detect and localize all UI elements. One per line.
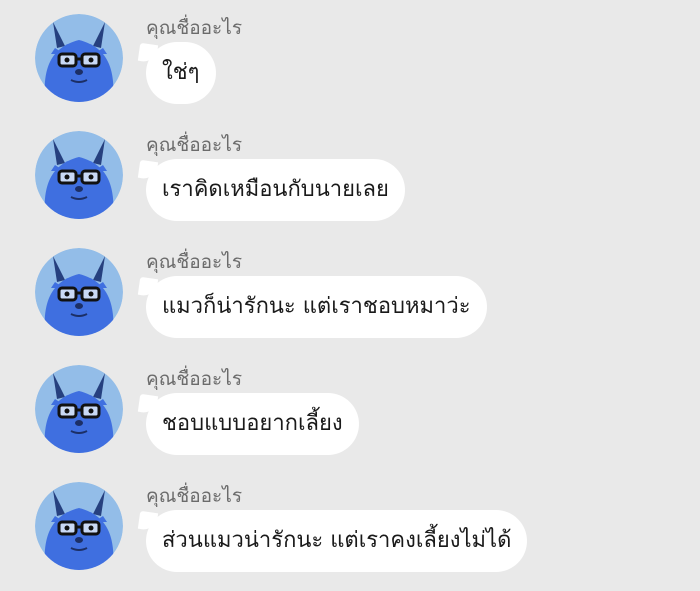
sender-name: คุณชื่ออะไร <box>146 368 243 390</box>
message-bubble[interactable]: ใช่ๆ <box>146 42 216 104</box>
chat-message: คุณชื่ออะไร แมวก็น่ารักนะ แต่เราชอบหมาว่… <box>0 234 700 344</box>
blue-monster-with-glasses-icon <box>35 131 123 219</box>
chat-thread: คุณชื่ออะไร ใช่ๆ คุณชื่ออะไร เราคิดเหมือ… <box>0 0 700 591</box>
sender-name: คุณชื่ออะไร <box>146 17 243 39</box>
message-bubble[interactable]: เราคิดเหมือนกับนายเลย <box>146 159 405 221</box>
chat-message: คุณชื่ออะไร ใช่ๆ <box>0 0 700 110</box>
sender-avatar[interactable] <box>35 131 123 219</box>
sender-avatar[interactable] <box>35 248 123 336</box>
sender-name: คุณชื่ออะไร <box>146 251 243 273</box>
sender-avatar[interactable] <box>35 14 123 102</box>
message-bubble[interactable]: ชอบแบบอยากเลี้ยง <box>146 393 359 455</box>
sender-avatar[interactable] <box>35 482 123 570</box>
blue-monster-with-glasses-icon <box>35 482 123 570</box>
blue-monster-with-glasses-icon <box>35 365 123 453</box>
blue-monster-with-glasses-icon <box>35 248 123 336</box>
blue-monster-with-glasses-icon <box>35 14 123 102</box>
sender-name: คุณชื่ออะไร <box>146 485 243 507</box>
chat-message: คุณชื่ออะไร เราคิดเหมือนกับนายเลย <box>0 117 700 227</box>
chat-message: คุณชื่ออะไร ส่วนแมวน่ารักนะ แต่เราคงเลี้… <box>0 468 700 578</box>
sender-name: คุณชื่ออะไร <box>146 134 243 156</box>
message-bubble[interactable]: ส่วนแมวน่ารักนะ แต่เราคงเลี้ยงไม่ได้ <box>146 510 528 572</box>
sender-avatar[interactable] <box>35 365 123 453</box>
chat-message: คุณชื่ออะไร ชอบแบบอยากเลี้ยง <box>0 351 700 461</box>
message-bubble[interactable]: แมวก็น่ารักนะ แต่เราชอบหมาว่ะ <box>146 276 487 338</box>
